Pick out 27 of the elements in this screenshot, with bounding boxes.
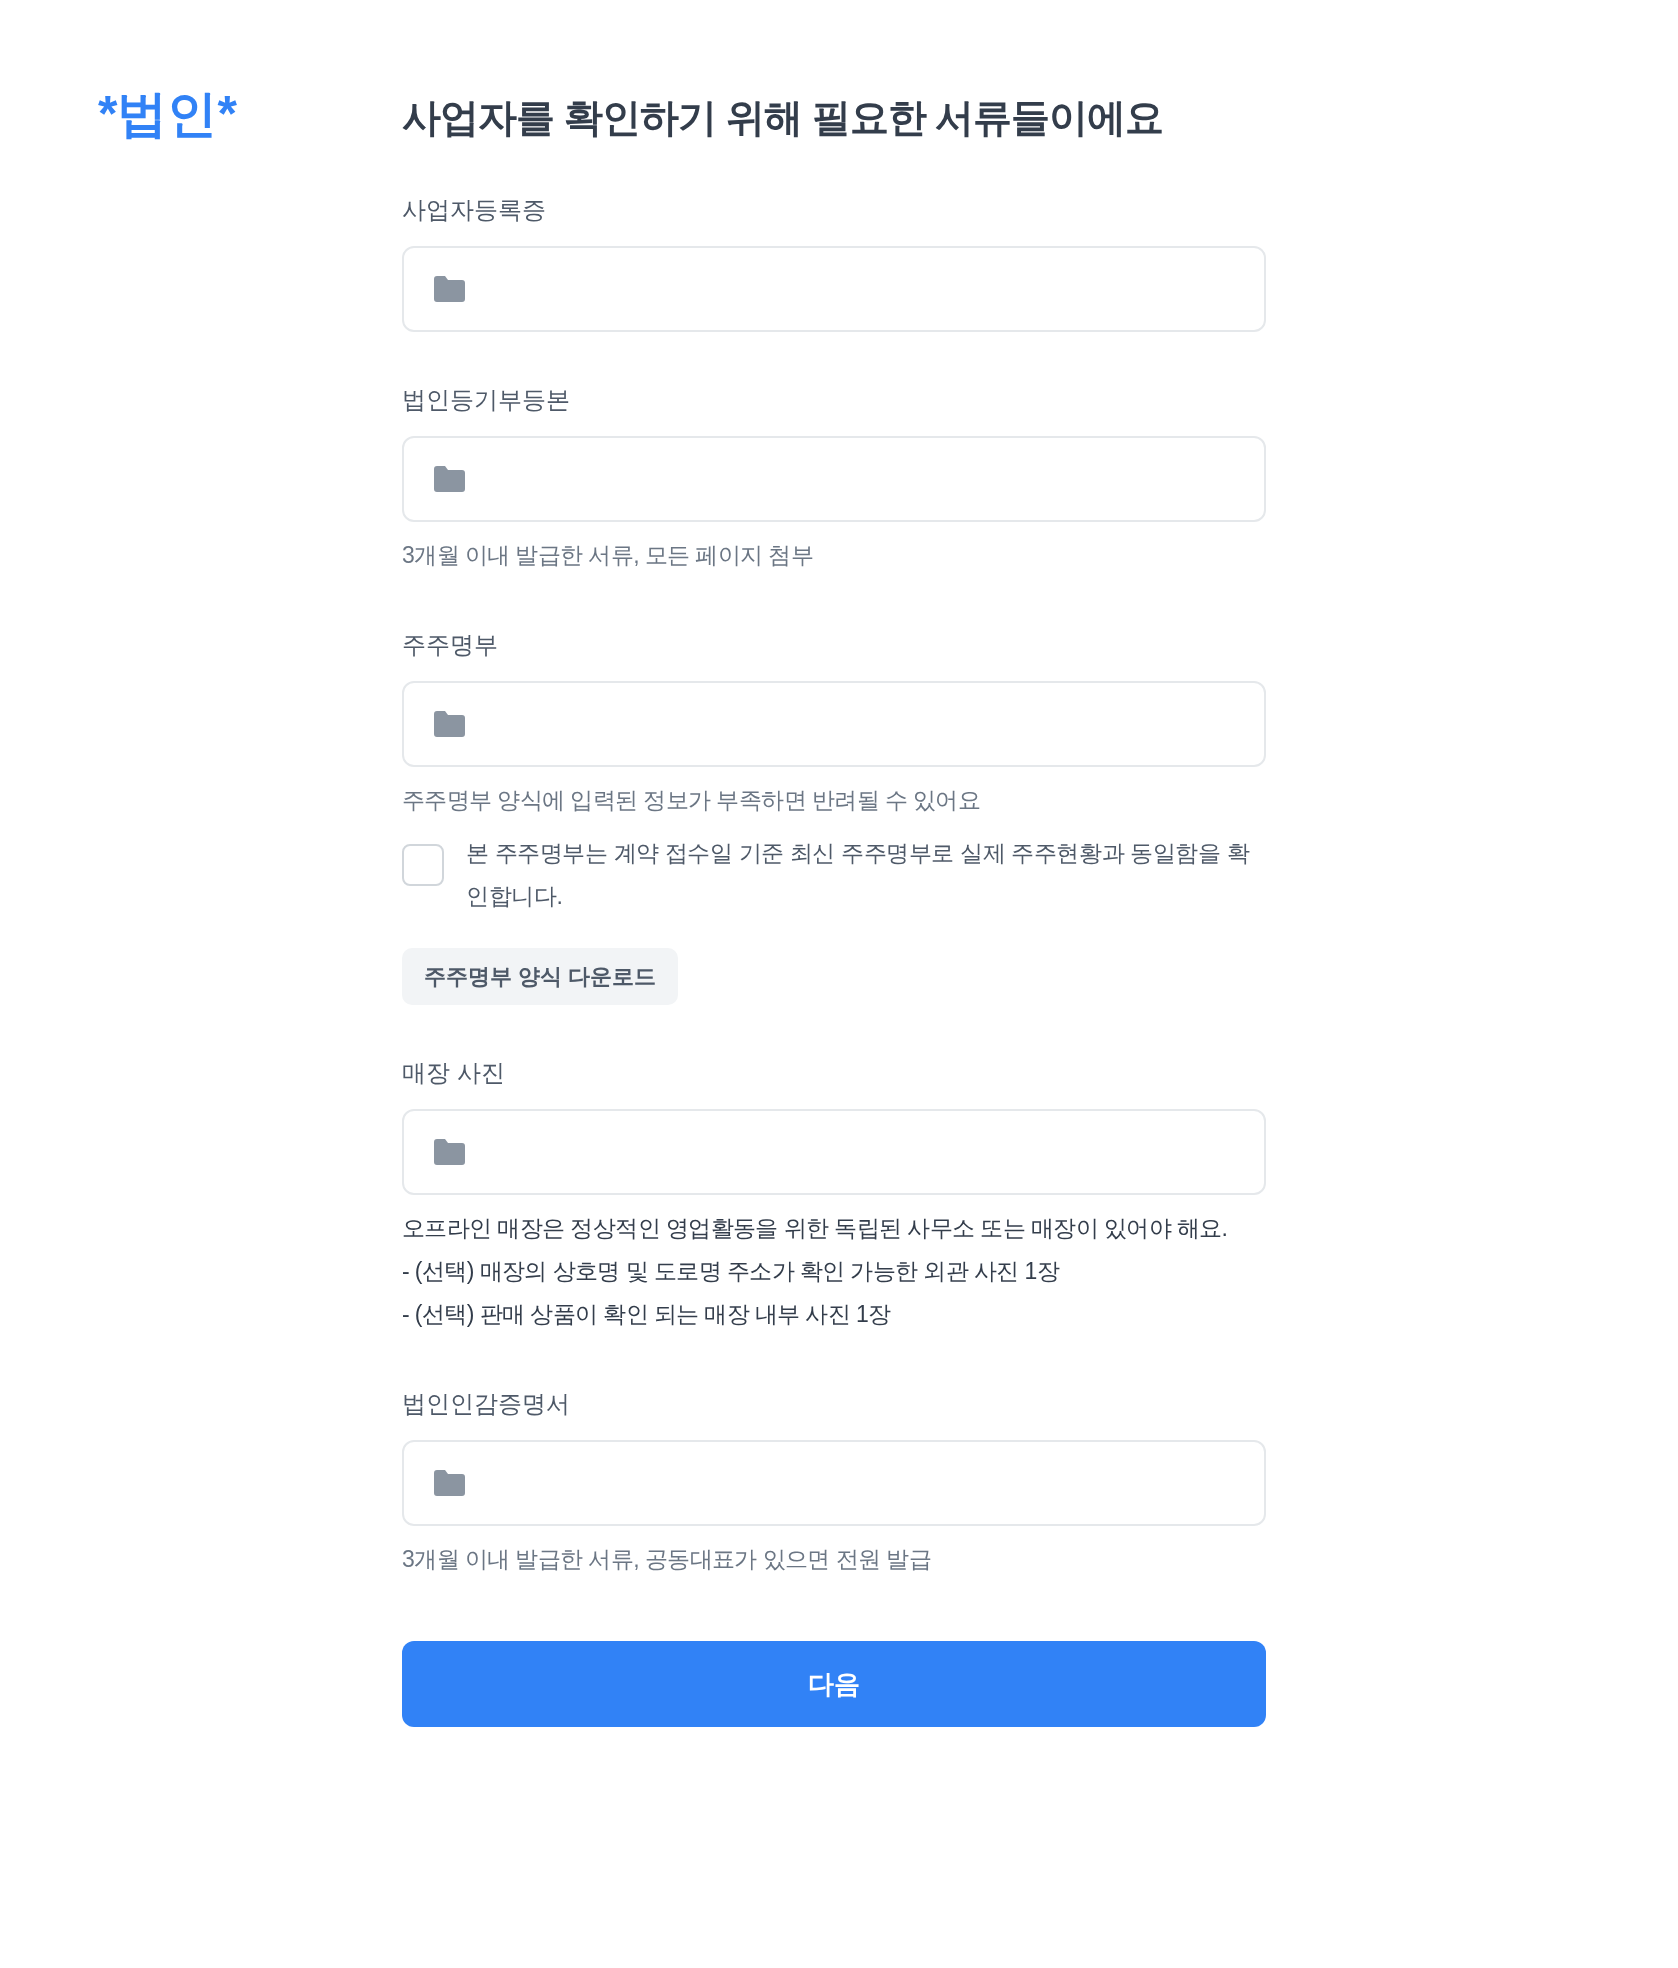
page-title: 사업자를 확인하기 위해 필요한 서류들이에요	[402, 95, 1165, 141]
hint-text: 오프라인 매장은 정상적인 영업활동을 위한 독립된 사무소 또는 매장이 있어야 해요.	[402, 1214, 1229, 1243]
field-label: 사업자등록증	[402, 195, 547, 225]
hint-text: 주주명부 양식에 입력된 정보가 부족하면 반려될 수 있어요	[402, 786, 982, 815]
field-label: 법인인감증명서	[402, 1389, 571, 1419]
field-label: 주주명부	[402, 630, 499, 660]
hint-text: 3개월 이내 발급한 서류, 공동대표가 있으면 전원 발급	[402, 1545, 932, 1574]
checkbox[interactable]	[402, 844, 444, 886]
file-upload-field[interactable]	[402, 681, 1266, 767]
logo: *법인*	[98, 86, 237, 142]
hint-text: 3개월 이내 발급한 서류, 모든 페이지 첨부	[402, 541, 815, 570]
field-label: 법인등기부등본	[402, 385, 571, 415]
folder-icon	[434, 1139, 465, 1165]
checkbox-label: 본 주주명부는 계약 접수일 기준 최신 주주명부로 실제 주주현황과 동일함을 확인합니다.	[466, 839, 1251, 911]
folder-icon	[434, 711, 465, 737]
hint-text: - (선택) 매장의 상호명 및 도로명 주소가 확인 가능한 외관 사진 1장	[402, 1257, 1061, 1286]
file-upload-field[interactable]	[402, 436, 1266, 522]
folder-icon	[434, 466, 465, 492]
hint-text: - (선택) 판매 상품이 확인 되는 매장 내부 사진 1장	[402, 1300, 892, 1329]
folder-icon	[434, 1470, 465, 1496]
folder-icon	[434, 276, 465, 302]
field-label: 매장 사진	[402, 1058, 506, 1088]
file-upload-field[interactable]	[402, 1109, 1266, 1195]
file-upload-field[interactable]	[402, 1440, 1266, 1526]
next-button[interactable]: 다음	[402, 1641, 1266, 1727]
file-upload-field[interactable]	[402, 246, 1266, 332]
download-button[interactable]: 주주명부 양식 다운로드	[402, 948, 679, 1005]
